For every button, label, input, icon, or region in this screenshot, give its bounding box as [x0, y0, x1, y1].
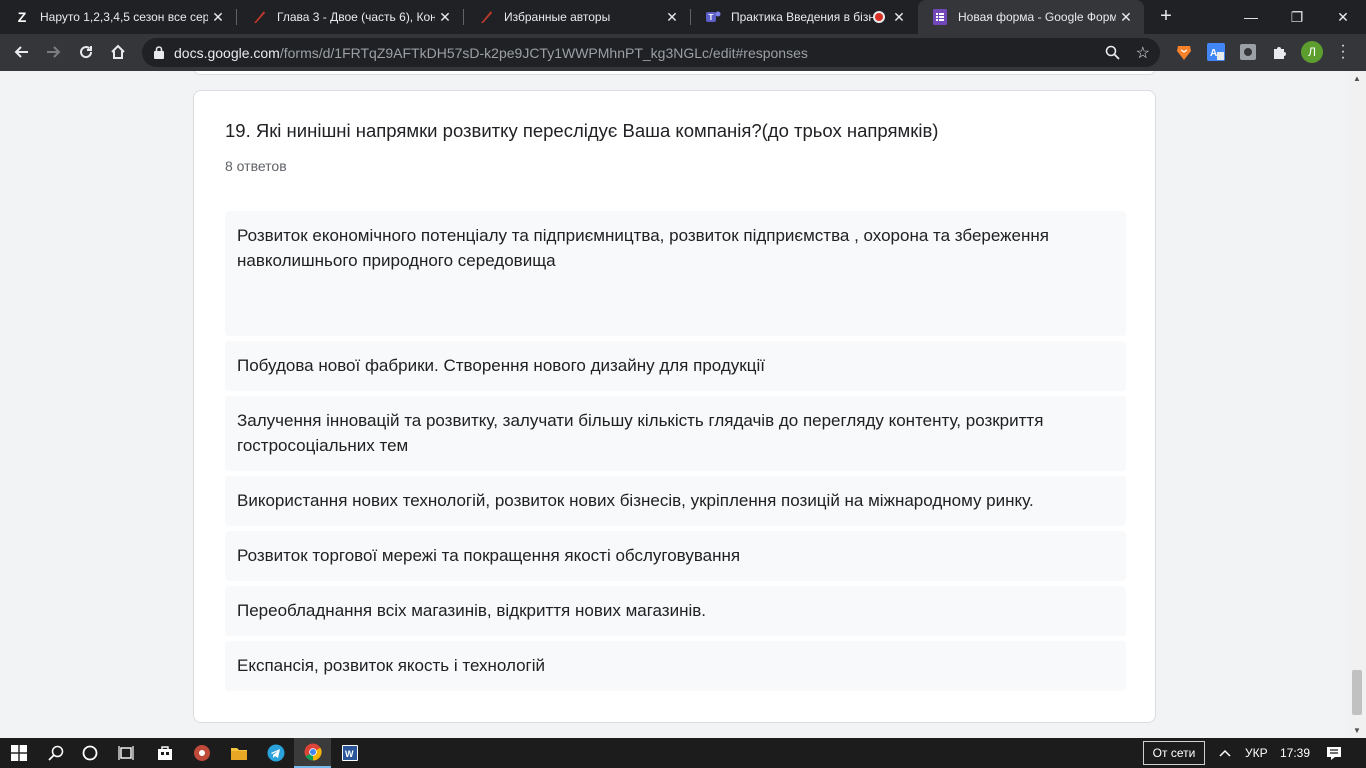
minimize-button[interactable]: —	[1228, 0, 1274, 34]
svg-text:T: T	[709, 13, 714, 22]
cortana-icon[interactable]	[71, 738, 108, 768]
quill-icon	[251, 9, 267, 25]
zoom-icon[interactable]	[1105, 45, 1120, 65]
word-icon[interactable]: W	[331, 738, 368, 768]
tab-title: Практика Введения в бізн	[731, 10, 873, 24]
reload-icon	[80, 46, 93, 59]
reload-button[interactable]	[73, 39, 99, 65]
network-status-tooltip: От сети	[1143, 741, 1205, 765]
tab-teams-practice[interactable]: T Практика Введения в бізн ✕	[691, 0, 917, 34]
chrome-icon[interactable]	[294, 738, 331, 768]
browser-toolbar: docs.google.com/forms/d/1FRTqZ9AFTkDH57s…	[0, 34, 1366, 71]
question-title: 19. Які нинішні напрямки розвитку пересл…	[225, 120, 939, 141]
z-icon: Z	[17, 9, 27, 25]
question-response-card: 19. Які нинішні напрямки розвитку пересл…	[193, 90, 1156, 723]
home-button[interactable]	[105, 39, 131, 65]
tab-strip: Z Наруто 1,2,3,4,5 сезон все сер ✕ Глава…	[0, 0, 1366, 34]
new-tab-button[interactable]: +	[1154, 5, 1178, 29]
answer-item: Переобладнання всіх магазинів, відкриття…	[225, 586, 1126, 636]
page-scrollbar[interactable]: ▲ ▼	[1348, 71, 1366, 738]
tray-chevron-up-icon[interactable]	[1208, 738, 1242, 768]
windows-taskbar: W От сети УКР 17:39	[0, 738, 1366, 768]
clock[interactable]: 17:39	[1280, 746, 1310, 760]
brave-extension-icon[interactable]	[1174, 42, 1194, 62]
url-text: docs.google.com/forms/d/1FRTqZ9AFTkDH57s…	[174, 45, 808, 61]
translate-extension-icon[interactable]: A	[1206, 42, 1226, 62]
tab-google-forms[interactable]: Новая форма - Google Формы ✕	[918, 0, 1144, 34]
tab-title: Глава 3 - Двое (часть 6), Конт	[277, 10, 435, 24]
svg-text:A: A	[1210, 48, 1217, 59]
back-button[interactable]	[8, 39, 34, 65]
close-icon[interactable]: ✕	[662, 9, 682, 26]
tab-title: Наруто 1,2,3,4,5 сезон все сер	[40, 10, 208, 24]
answer-item: Використання нових технологій, розвиток …	[225, 476, 1126, 526]
windows-start-icon[interactable]	[0, 738, 38, 768]
close-icon[interactable]: ✕	[889, 9, 909, 26]
lock-icon[interactable]	[154, 46, 164, 64]
teams-icon: T	[705, 9, 721, 25]
tab-naruto[interactable]: Z Наруто 1,2,3,4,5 сезон все сер ✕	[0, 0, 236, 34]
previous-question-card	[193, 71, 1156, 75]
home-icon	[111, 44, 125, 59]
forms-icon	[932, 9, 948, 25]
window-close-button[interactable]: ✕	[1320, 0, 1366, 34]
media-player-icon[interactable]	[183, 738, 220, 768]
close-icon[interactable]: ✕	[208, 9, 228, 26]
answer-item: Експансія, розвиток якость і технологій	[225, 641, 1126, 691]
tab-title: Новая форма - Google Формы	[958, 10, 1116, 24]
forward-arrow-icon	[47, 46, 61, 58]
answer-item: Побудова нової фабрики. Створення нового…	[225, 341, 1126, 391]
close-icon[interactable]: ✕	[1116, 9, 1136, 26]
address-bar[interactable]: docs.google.com/forms/d/1FRTqZ9AFTkDH57s…	[142, 38, 1160, 67]
answers-list: Розвиток економічного потенціалу та підп…	[225, 211, 1126, 696]
file-explorer-icon[interactable]	[220, 738, 257, 768]
quill-icon	[478, 9, 494, 25]
tab-title: Избранные авторы	[504, 10, 611, 24]
restore-button[interactable]: ❐	[1274, 0, 1320, 34]
forward-button[interactable]	[41, 39, 67, 65]
response-count: 8 ответов	[225, 158, 287, 174]
tab-chapter[interactable]: Глава 3 - Двое (часть 6), Конт ✕	[237, 0, 463, 34]
search-icon[interactable]	[37, 738, 74, 768]
input-language[interactable]: УКР	[1245, 746, 1268, 760]
scroll-down-arrow-icon[interactable]: ▼	[1353, 726, 1361, 735]
tab-favorite-authors[interactable]: Избранные авторы ✕	[464, 0, 690, 34]
answer-item: Розвиток економічного потенціалу та підп…	[225, 211, 1126, 336]
recording-icon	[873, 11, 885, 23]
browser-menu-icon[interactable]: · · ·	[1338, 38, 1348, 66]
task-view-icon[interactable]	[107, 738, 144, 768]
back-arrow-icon	[14, 46, 28, 58]
extensions-puzzle-icon[interactable]	[1270, 42, 1290, 62]
scroll-up-arrow-icon[interactable]: ▲	[1353, 74, 1361, 83]
answer-item: Залучення інновацій та розвитку, залучат…	[225, 396, 1126, 471]
page-content: 19. Які нинішні напрямки розвитку пересл…	[0, 71, 1348, 738]
store-icon[interactable]	[146, 738, 183, 768]
profile-avatar[interactable]: Л	[1301, 41, 1323, 63]
close-icon[interactable]: ✕	[435, 9, 455, 26]
screenshot-extension-icon[interactable]	[1238, 42, 1258, 62]
bookmark-star-icon[interactable]: ☆	[1136, 43, 1150, 63]
answer-item: Розвиток торгової мережі та покращення я…	[225, 531, 1126, 581]
svg-text:W: W	[345, 749, 354, 759]
telegram-icon[interactable]	[257, 738, 294, 768]
notifications-icon[interactable]	[1317, 738, 1351, 768]
scrollbar-thumb[interactable]	[1352, 670, 1362, 715]
